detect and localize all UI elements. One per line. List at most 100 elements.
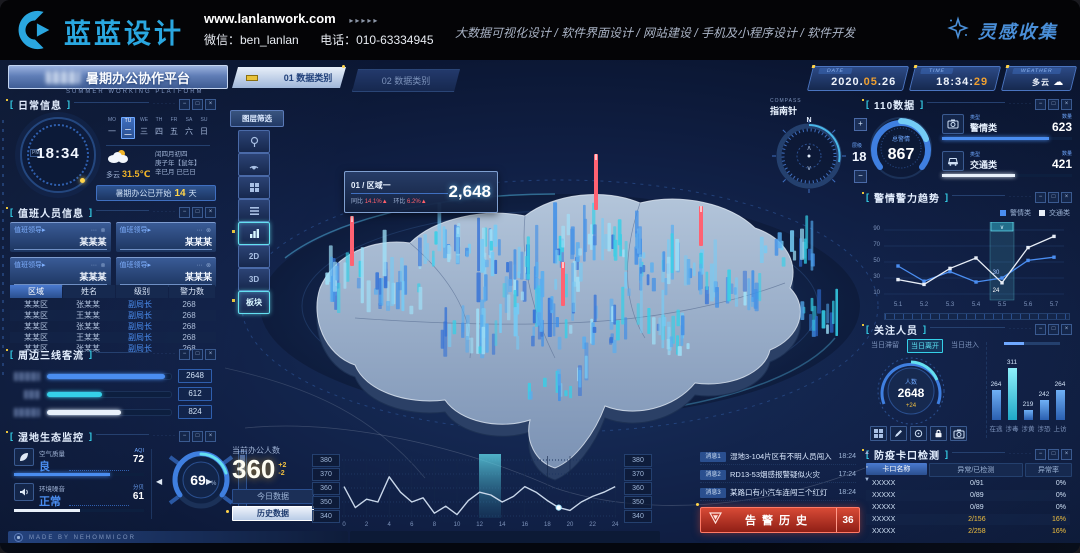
scroll-thumb[interactable] — [1004, 342, 1024, 345]
layer-button-bar-chart-icon[interactable] — [238, 222, 270, 245]
duty-leader-card[interactable]: 值班领导 ▸⋯ ⊗某某某 — [116, 257, 217, 287]
panel-restore-icon[interactable]: □ — [1048, 192, 1059, 203]
inspiration-collect-link[interactable]: 灵感收集 — [946, 16, 1058, 45]
map-tooltip: 01 / 区域一 同比 14.1%▲ 环比 6.2%▲ 2,648 — [344, 171, 498, 213]
weekday-mo[interactable]: MO一 — [106, 117, 118, 139]
panel-close-icon[interactable]: × — [1061, 192, 1072, 203]
panel-restore-icon[interactable]: □ — [192, 349, 203, 360]
header-dots-decoration: ······ — [153, 433, 177, 439]
weekday-we[interactable]: WE三 — [138, 117, 150, 139]
layer-button-板块[interactable]: 板块 — [238, 291, 270, 314]
panel-title: 日常信息 — [18, 97, 62, 112]
panel-minimize-icon[interactable]: − — [179, 349, 190, 360]
x-axis-label: 16 — [515, 522, 535, 528]
panel-close-icon[interactable]: × — [205, 207, 216, 218]
focus-chart-scrollbar[interactable] — [1004, 342, 1060, 345]
censored-line-label — [14, 372, 40, 381]
alarm-history-button[interactable]: 告警历史 36 — [700, 507, 860, 533]
panel-restore-icon[interactable]: □ — [192, 207, 203, 218]
legend-item[interactable]: 警情类 — [1000, 208, 1031, 218]
panel-restore-icon[interactable]: □ — [1048, 99, 1059, 110]
weekday-en: SU — [198, 117, 210, 123]
alarm-list-item[interactable]: 消息3某路口有小汽车连闯三个红灯18:24 — [700, 485, 856, 501]
alarm-time: 18:24 — [838, 489, 856, 496]
panel-minimize-icon[interactable]: − — [1035, 324, 1046, 335]
panel-minimize-icon[interactable]: − — [1035, 192, 1046, 203]
weekday-su[interactable]: SU日 — [198, 117, 210, 139]
close-icon[interactable]: ⊗ — [203, 263, 212, 269]
layer-button-radar-icon[interactable] — [238, 153, 270, 176]
layer-button-2D[interactable]: 2D — [238, 245, 270, 268]
panel-close-icon[interactable]: × — [1061, 449, 1072, 460]
focus-tool-camera-icon[interactable] — [950, 426, 967, 441]
focus-tab-2[interactable]: 当日离开 — [907, 339, 943, 353]
panel-restore-icon[interactable]: □ — [192, 431, 203, 442]
more-icon[interactable]: ⋯ — [91, 263, 98, 269]
gear-badge-icon — [14, 533, 23, 542]
panel-minimize-icon[interactable]: − — [179, 99, 190, 110]
focus-tool-grid-icon[interactable] — [870, 426, 887, 441]
duty-leader-card[interactable]: 值班领导 ▸⋯ ⊗某某某 — [116, 222, 217, 252]
panel-close-icon[interactable]: × — [1061, 324, 1072, 335]
weekday-tu[interactable]: TU二 — [121, 117, 135, 139]
chevron-left-icon[interactable]: ◀ — [156, 477, 162, 486]
type-label: 类型 — [970, 151, 997, 158]
close-icon[interactable]: ⊗ — [98, 228, 107, 234]
zoom-out-button[interactable]: − — [854, 170, 867, 183]
panel-minimize-icon[interactable]: − — [1035, 99, 1046, 110]
layer-button-grid-icon[interactable] — [238, 176, 270, 199]
panel-minimize-icon[interactable]: − — [1035, 449, 1046, 460]
weekday-fr[interactable]: FR五 — [168, 117, 180, 139]
legend-item[interactable]: 交通类 — [1039, 208, 1070, 218]
panel-close-icon[interactable]: × — [205, 431, 216, 442]
panel-minimize-icon[interactable]: − — [179, 431, 190, 442]
checkpoint-col-header[interactable]: 异常率 — [1025, 463, 1072, 477]
close-icon[interactable]: ⊗ — [98, 263, 107, 269]
scroll-up-icon[interactable]: ▲ — [862, 450, 872, 456]
panel-minimize-icon[interactable]: − — [179, 207, 190, 218]
platform-subtitle: SUMMER WORKING PLATFORM — [66, 89, 204, 95]
panel-close-icon[interactable]: × — [205, 99, 216, 110]
weather-plate: WEATHER 多云 ☁ — [1001, 66, 1077, 91]
zoom-in-button[interactable]: + — [854, 118, 867, 131]
panel-title: 周边三线客流 — [18, 347, 84, 362]
weekday-th[interactable]: TH四 — [153, 117, 165, 139]
qty-label: 数量 — [1052, 113, 1072, 120]
layer-button-location-pin-icon[interactable] — [238, 130, 270, 153]
duty-leader-card[interactable]: 值班领导 ▸⋯ ⊗某某某 — [10, 222, 111, 252]
trend-scrollbar[interactable] — [884, 313, 1070, 320]
car-icon — [942, 151, 964, 171]
tab-data-category-1[interactable]: 01 数据类别 — [232, 67, 346, 88]
panel-close-icon[interactable]: × — [205, 349, 216, 360]
scroll-down-icon[interactable]: ▼ — [862, 477, 872, 483]
tab-data-category-2[interactable]: 02 数据类别 — [352, 69, 460, 92]
checkpoint-col-header[interactable]: 异常/已检测 — [929, 463, 1023, 477]
alert-type-row: 类型交通类数量421 — [942, 150, 1072, 171]
panel-restore-icon[interactable]: □ — [192, 99, 203, 110]
focus-tab-1[interactable]: 当日滞留 — [868, 339, 902, 353]
checkpoint-col-header[interactable]: 卡口名称 — [866, 463, 927, 475]
focus-tool-edit-icon[interactable] — [890, 426, 907, 441]
website-link[interactable]: www.lanlanwork.com — [204, 11, 336, 26]
close-icon[interactable]: ⊗ — [203, 228, 212, 234]
focus-tool-target-icon[interactable] — [910, 426, 927, 441]
bracket-icon: [ — [10, 99, 13, 109]
more-icon[interactable]: ⋯ — [91, 228, 98, 234]
duty-leader-card[interactable]: 值班领导 ▸⋯ ⊗某某某 — [10, 257, 111, 287]
panel-close-icon[interactable]: × — [1061, 99, 1072, 110]
checkpoint-header-tabs: 卡口名称异常/已检测异常率 — [866, 463, 1072, 477]
weekday-sa[interactable]: SA六 — [183, 117, 195, 139]
panel-restore-icon[interactable]: □ — [1048, 324, 1059, 335]
today-data-button[interactable]: 今日数据 — [232, 489, 314, 504]
focus-tab-3[interactable]: 当日进入 — [948, 339, 982, 353]
history-data-button[interactable]: 历史数据 — [232, 506, 314, 521]
focus-tool-lock-icon[interactable] — [930, 426, 947, 441]
alarm-list-item[interactable]: 消息1湿地3-104片区有不明人员闯入18:24 — [700, 449, 856, 465]
panel-header: [ 湿地生态监控 ] ······−□× — [10, 429, 216, 443]
chevron-right-icon[interactable]: ▶ — [206, 477, 212, 486]
date-value: 2020.05.26 — [831, 76, 896, 88]
panel-restore-icon[interactable]: □ — [1048, 449, 1059, 460]
layer-button-list-icon[interactable] — [238, 199, 270, 222]
alarm-list-item[interactable]: 消息2RD13-53烟感报警疑似火灾17:24 — [700, 467, 856, 483]
layer-button-3D[interactable]: 3D — [238, 268, 270, 291]
